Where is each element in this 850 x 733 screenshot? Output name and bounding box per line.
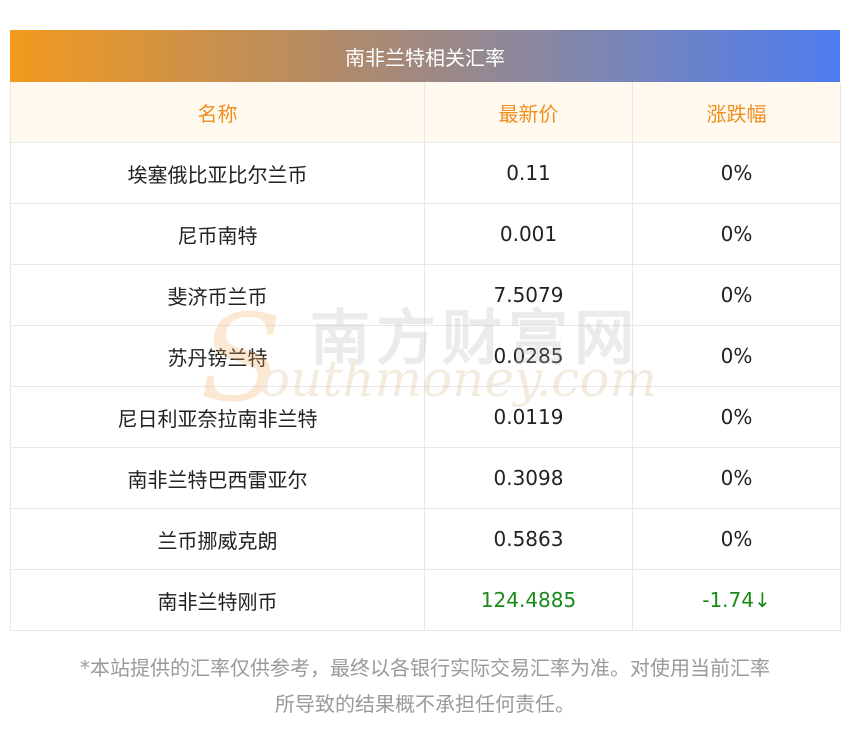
currency-pair-name[interactable]: 南非兰特刚币 <box>10 569 425 631</box>
currency-pair-name[interactable]: 南非兰特巴西雷亚尔 <box>10 447 425 509</box>
column-header-name: 名称 <box>10 82 425 143</box>
latest-price: 0.0119 <box>424 386 633 448</box>
latest-price: 124.4885 <box>424 569 633 631</box>
change-percent: 0% <box>632 447 841 509</box>
exchange-rate-card: 南非兰特相关汇率 名称 最新价 涨跌幅 埃塞俄比亚比尔兰币 0.11 0% 尼币… <box>10 30 841 631</box>
column-header-price: 最新价 <box>424 82 633 143</box>
change-percent: -1.74↓ <box>632 569 841 631</box>
column-header-change: 涨跌幅 <box>632 82 841 143</box>
table-row: 尼币南特 0.001 0% <box>10 203 841 265</box>
table-row: 斐济币兰币 7.5079 0% <box>10 264 841 326</box>
disclaimer-line-2: 所导致的结果概不承担任何责任。 <box>275 692 575 716</box>
change-percent: 0% <box>632 508 841 570</box>
currency-pair-name[interactable]: 尼日利亚奈拉南非兰特 <box>10 386 425 448</box>
table-row: 南非兰特巴西雷亚尔 0.3098 0% <box>10 447 841 509</box>
table-row: 苏丹镑兰特 0.0285 0% <box>10 325 841 387</box>
latest-price: 7.5079 <box>424 264 633 326</box>
table-title: 南非兰特相关汇率 <box>10 30 840 82</box>
disclaimer-line-1: *本站提供的汇率仅供参考，最终以各银行实际交易汇率为准。对使用当前汇率 <box>80 656 770 680</box>
table-header-row: 名称 最新价 涨跌幅 <box>10 82 841 143</box>
latest-price: 0.3098 <box>424 447 633 509</box>
currency-pair-name[interactable]: 埃塞俄比亚比尔兰币 <box>10 142 425 204</box>
latest-price: 0.11 <box>424 142 633 204</box>
table-row: 尼日利亚奈拉南非兰特 0.0119 0% <box>10 386 841 448</box>
exchange-rate-table: 名称 最新价 涨跌幅 埃塞俄比亚比尔兰币 0.11 0% 尼币南特 0.001 … <box>10 82 841 631</box>
table-row: 南非兰特刚币 124.4885 -1.74↓ <box>10 569 841 631</box>
change-percent: 0% <box>632 142 841 204</box>
table-row: 兰币挪威克朗 0.5863 0% <box>10 508 841 570</box>
currency-pair-name[interactable]: 兰币挪威克朗 <box>10 508 425 570</box>
change-percent: 0% <box>632 264 841 326</box>
change-percent: 0% <box>632 203 841 265</box>
latest-price: 0.0285 <box>424 325 633 387</box>
change-value: -1.74 <box>702 588 754 612</box>
latest-price: 0.001 <box>424 203 633 265</box>
arrow-down-icon: ↓ <box>753 588 771 612</box>
currency-pair-name[interactable]: 尼币南特 <box>10 203 425 265</box>
table-row: 埃塞俄比亚比尔兰币 0.11 0% <box>10 142 841 204</box>
latest-price: 0.5863 <box>424 508 633 570</box>
change-percent: 0% <box>632 386 841 448</box>
change-percent: 0% <box>632 325 841 387</box>
currency-pair-name[interactable]: 斐济币兰币 <box>10 264 425 326</box>
disclaimer-note: *本站提供的汇率仅供参考，最终以各银行实际交易汇率为准。对使用当前汇率 所导致的… <box>0 650 850 722</box>
currency-pair-name[interactable]: 苏丹镑兰特 <box>10 325 425 387</box>
